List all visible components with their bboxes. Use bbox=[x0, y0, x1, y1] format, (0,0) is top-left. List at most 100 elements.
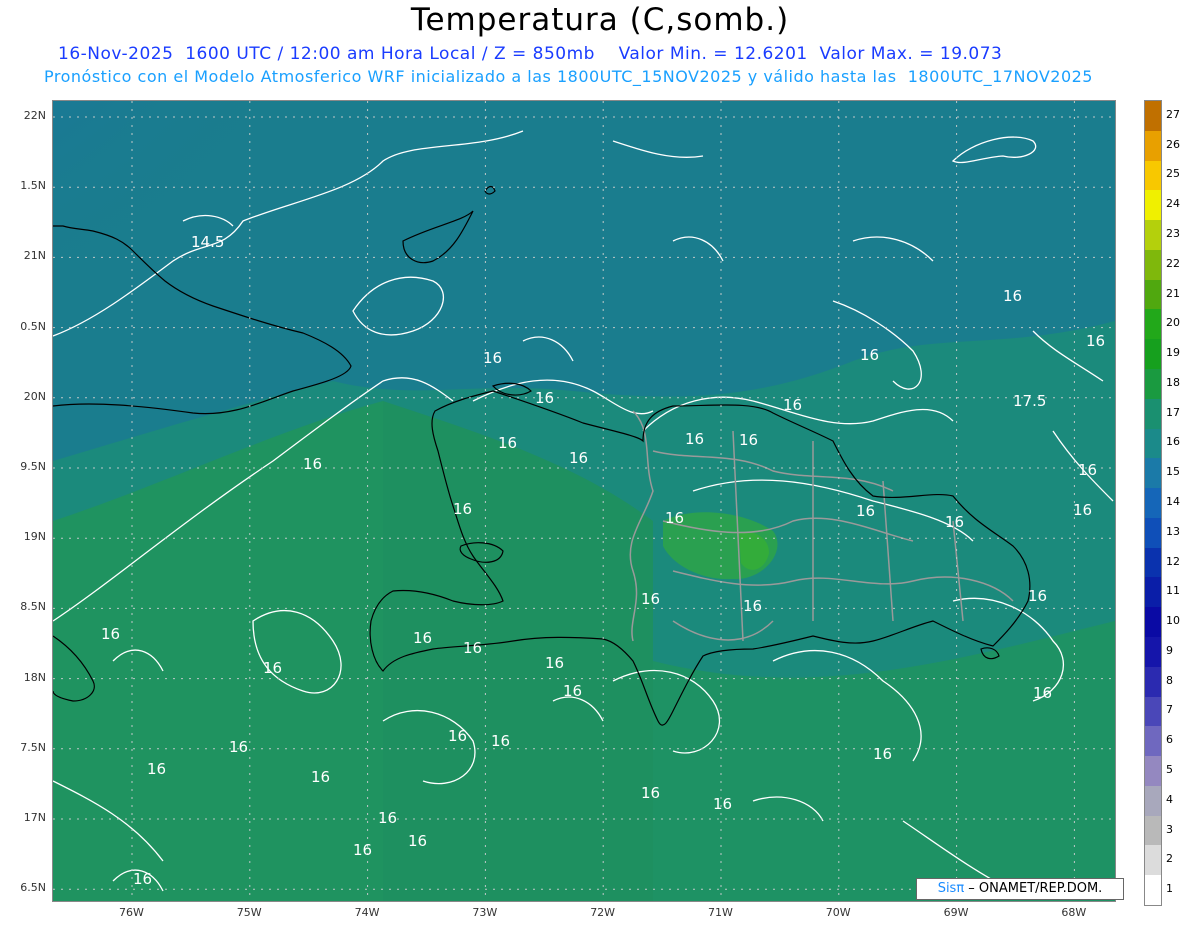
legend-label: 2 bbox=[1166, 852, 1173, 866]
contour-label: 16 bbox=[229, 738, 248, 756]
legend-label: 18 bbox=[1166, 375, 1180, 389]
sispi-logo: Sisπ bbox=[937, 881, 965, 896]
latitude-label: 9.5N bbox=[20, 460, 46, 473]
contour-label: 16 bbox=[783, 396, 802, 414]
latitude-label: 7.5N bbox=[20, 740, 46, 754]
longitude-label: 73W bbox=[472, 906, 498, 919]
legend-label: 22 bbox=[1166, 256, 1180, 270]
legend-swatch bbox=[1145, 785, 1161, 816]
model-info-subtitle: Pronóstico con el Modelo Atmosferico WRF… bbox=[44, 67, 1093, 86]
contour-label: 16 bbox=[1003, 287, 1022, 305]
contour-label: 16 bbox=[303, 455, 322, 473]
latitude-label: 22N bbox=[23, 109, 46, 122]
legend-swatch bbox=[1145, 279, 1161, 310]
credit-box: Sisπ – ONAMET/REP.DOM. bbox=[916, 878, 1124, 900]
legend-swatch bbox=[1145, 815, 1161, 846]
legend-swatch bbox=[1145, 488, 1161, 518]
legend-swatch bbox=[1145, 160, 1161, 191]
legend-swatch bbox=[1145, 398, 1161, 429]
contour-label: 14.5 bbox=[191, 233, 224, 251]
legend-swatch bbox=[1145, 607, 1161, 637]
latitude-label: 17N bbox=[23, 811, 46, 824]
legend-label: 26 bbox=[1166, 137, 1180, 151]
legend-swatch bbox=[1145, 666, 1161, 697]
contour-label: 16 bbox=[483, 349, 502, 367]
contour-label: 16 bbox=[739, 431, 758, 449]
contour-label: 16 bbox=[413, 629, 432, 647]
legend-swatch bbox=[1145, 339, 1161, 369]
latitude-label: 1.5N bbox=[20, 179, 46, 193]
legend-swatch bbox=[1145, 101, 1161, 131]
legend-label: 13 bbox=[1166, 524, 1180, 538]
legend-label: 12 bbox=[1166, 554, 1180, 568]
legend-label: 1 bbox=[1166, 882, 1173, 896]
longitude-label: 70W bbox=[825, 906, 851, 919]
contour-label: 16 bbox=[641, 784, 660, 802]
forecast-time-subtitle: 16-Nov-2025 1600 UTC / 12:00 am Hora Loc… bbox=[58, 44, 1003, 64]
contour-label: 16 bbox=[448, 727, 467, 745]
legend-label: 6 bbox=[1166, 733, 1173, 747]
legend-label: 23 bbox=[1166, 227, 1180, 240]
contour-label: 16 bbox=[263, 659, 282, 677]
contour-label: 16 bbox=[1073, 501, 1092, 519]
contour-label: 16 bbox=[563, 682, 582, 700]
latitude-label: 8.5N bbox=[20, 600, 46, 614]
contour-label: 17.5 bbox=[1013, 392, 1046, 410]
legend-label: 14 bbox=[1166, 495, 1180, 508]
legend-label: 10 bbox=[1166, 614, 1180, 628]
contour-label: 16 bbox=[713, 795, 732, 813]
legend-swatch bbox=[1145, 696, 1161, 727]
contour-label: 16 bbox=[641, 590, 660, 608]
legend-swatch bbox=[1145, 309, 1161, 340]
contour-label: 16 bbox=[453, 500, 472, 518]
legend-swatch bbox=[1145, 547, 1161, 578]
map-title: Temperatura (C,somb.) bbox=[410, 2, 790, 38]
legend-label: 8 bbox=[1166, 673, 1173, 687]
map-canvas: 14.5 16 16 16 16 16 16 16 16 16 16 16 16 16 16 17.5 16 16… bbox=[53, 101, 1115, 901]
contour-label: 16 bbox=[498, 434, 517, 452]
latitude-label: 18N bbox=[23, 670, 46, 684]
legend-swatch bbox=[1145, 220, 1161, 250]
longitude-label: 71W bbox=[708, 906, 733, 919]
legend-label: 16 bbox=[1166, 435, 1180, 449]
legend-label: 5 bbox=[1166, 763, 1173, 776]
contour-label: 16 bbox=[860, 346, 879, 364]
legend-swatch bbox=[1145, 517, 1161, 548]
contour-label: 16 bbox=[147, 760, 166, 778]
contour-label: 16 bbox=[408, 832, 427, 850]
longitude-label: 74W bbox=[354, 906, 380, 919]
contour-label: 16 bbox=[856, 502, 875, 520]
legend-label: 4 bbox=[1166, 792, 1173, 806]
longitude-label: 76W bbox=[119, 906, 144, 919]
contour-label: 16 bbox=[685, 430, 704, 448]
legend-label: 9 bbox=[1166, 643, 1173, 657]
credit-text: – ONAMET/REP.DOM. bbox=[964, 881, 1103, 896]
legend-swatch bbox=[1145, 428, 1161, 459]
contour-label: 16 bbox=[569, 449, 588, 467]
contour-label: 16 bbox=[133, 870, 152, 888]
legend-label: 20 bbox=[1166, 316, 1180, 330]
legend-swatch bbox=[1145, 190, 1161, 221]
latitude-label: 21N bbox=[23, 249, 46, 263]
legend-swatch bbox=[1145, 756, 1161, 786]
legend-swatch bbox=[1145, 637, 1161, 667]
latitude-label: 6.5N bbox=[20, 881, 46, 895]
legend-label: 24 bbox=[1166, 197, 1180, 211]
contour-label: 16 bbox=[1086, 332, 1105, 350]
legend-label: 27 bbox=[1166, 107, 1180, 121]
contour-label: 16 bbox=[463, 639, 482, 657]
longitude-label: 68W bbox=[1061, 906, 1087, 919]
contour-label: 16 bbox=[743, 597, 762, 615]
legend-label: 11 bbox=[1166, 584, 1180, 598]
legend-swatch bbox=[1145, 726, 1161, 757]
contour-label: 16 bbox=[101, 625, 120, 643]
legend-label: 17 bbox=[1166, 405, 1180, 419]
color-legend bbox=[1144, 100, 1162, 906]
legend-swatch bbox=[1145, 130, 1161, 161]
legend-swatch bbox=[1145, 577, 1161, 608]
legend-swatch bbox=[1145, 845, 1161, 876]
legend-label: 3 bbox=[1166, 822, 1173, 836]
contour-label: 16 bbox=[535, 389, 554, 407]
legend-swatch bbox=[1145, 249, 1161, 280]
legend-label: 15 bbox=[1166, 465, 1180, 479]
